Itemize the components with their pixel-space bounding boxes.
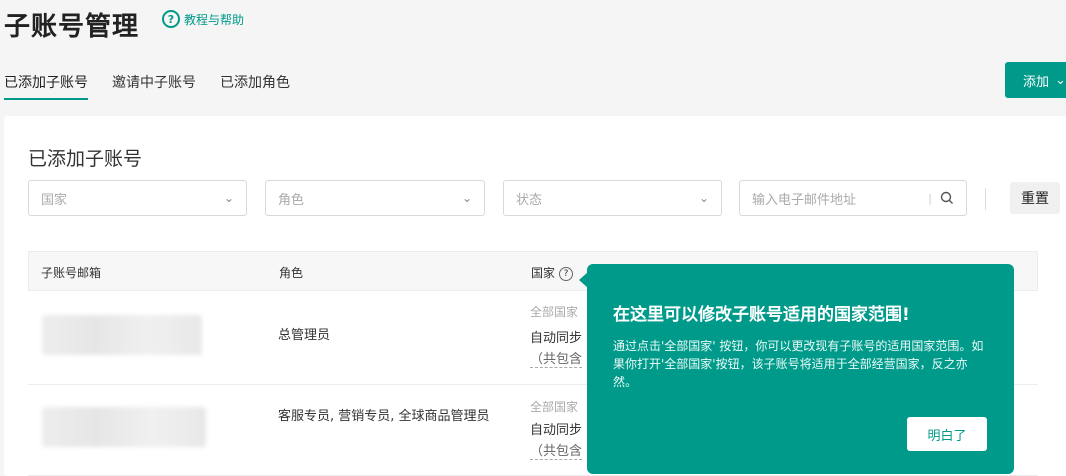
help-link[interactable]: ? 教程与帮助 [162,10,244,28]
role-filter-placeholder: 角色 [278,192,305,208]
help-link-label: 教程与帮助 [184,12,245,27]
search-icon[interactable] [940,191,954,205]
status-filter-placeholder: 状态 [516,192,543,208]
tooltip-body: 通过点击'全部国家' 按钮，你可以更改现有子账号的适用国家范围。如果你打开'全部… [613,339,984,389]
page-title: 子账号管理 [4,12,140,42]
email-search-placeholder: 输入电子邮件地址 [752,192,857,208]
section-title: 已添加子账号 [28,148,143,170]
tab-added-subaccounts[interactable]: 已添加子账号 [4,72,88,100]
reset-button[interactable]: 重置 [1010,182,1060,214]
question-icon[interactable]: ? [559,266,574,281]
got-it-button[interactable]: 明白了 [907,417,987,451]
country-filter-placeholder: 国家 [41,192,68,208]
row-country-count[interactable]: （共包含 [530,442,583,462]
column-header-country: 国家? [531,264,574,281]
country-filter-select[interactable]: 国家 ⌄ [28,180,247,216]
add-button-label: 添加 [1023,74,1050,90]
row-role: 客服专员, 营销专员, 全球商品管理员 [278,409,490,424]
chevron-down-icon: ⌄ [223,191,234,205]
row-country-count[interactable]: （共包含 [530,350,583,370]
chevron-down-icon: ⌄ [461,191,472,205]
status-filter-select[interactable]: 状态 ⌄ [503,180,722,216]
role-filter-select[interactable]: 角色 ⌄ [265,180,485,216]
chevron-down-icon: ⌄ [698,191,709,205]
row-country-sync: 自动同步 [530,331,583,346]
row-country-sync: 自动同步 [530,423,583,438]
row-role: 总管理员 [278,328,331,343]
column-header-role: 角色 [279,266,304,280]
chevron-down-icon: ⌄ [1055,72,1066,88]
guide-tooltip: 在这里可以修改子账号适用的国家范围! 通过点击'全部国家' 按钮，你可以更改现有… [587,264,1014,474]
filter-divider [985,188,986,210]
add-button[interactable]: 添加 ⌄ [1005,62,1066,98]
email-search-input[interactable]: 输入电子邮件地址 | [739,180,967,216]
search-divider: | [928,191,932,205]
blurred-email [42,407,206,447]
tab-bar: 已添加子账号 邀请中子账号 已添加角色 [4,72,290,100]
row-country-all: 全部国家 [530,400,579,414]
tab-added-roles[interactable]: 已添加角色 [220,72,290,100]
lightbulb-question-icon: ? [162,10,180,28]
column-header-country-label: 国家 [531,266,556,280]
row-country-all: 全部国家 [530,305,579,319]
tab-inviting-subaccounts[interactable]: 邀请中子账号 [112,72,196,100]
tooltip-title: 在这里可以修改子账号适用的国家范围! [613,305,910,325]
column-header-email: 子账号邮箱 [41,266,102,280]
blurred-email [42,315,202,355]
